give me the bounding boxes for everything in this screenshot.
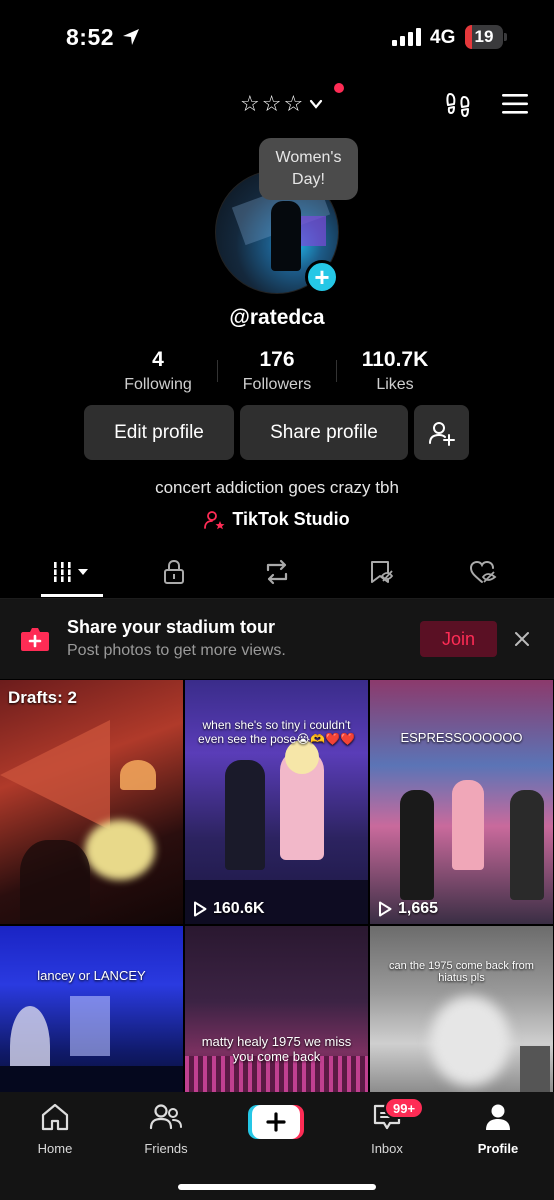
- username: @ratedca: [229, 306, 325, 329]
- join-button[interactable]: Join: [420, 621, 497, 657]
- stat-label: Following: [124, 376, 192, 393]
- network-type: 4G: [430, 27, 456, 48]
- location-arrow-icon: [123, 29, 139, 45]
- nav-home[interactable]: Home: [10, 1102, 100, 1156]
- profile-stats: 4 Following 176 Followers 110.7K Likes: [0, 348, 554, 398]
- play-icon: [194, 901, 207, 917]
- tab-private[interactable]: [144, 552, 204, 592]
- add-story-plus-icon[interactable]: +: [305, 260, 339, 294]
- video-tile[interactable]: can the 1975 come back from hiatus pls: [370, 926, 553, 1094]
- add-person-icon: [428, 421, 455, 446]
- share-profile-button[interactable]: Share profile: [240, 405, 408, 460]
- nav-label: Friends: [144, 1141, 188, 1156]
- drafts-tile[interactable]: Drafts: 2: [0, 680, 183, 924]
- home-icon: [41, 1103, 69, 1131]
- create-plus-button[interactable]: [248, 1105, 304, 1139]
- cellular-signal-icon: [392, 28, 421, 46]
- stat-likes[interactable]: 110.7K Likes: [340, 348, 450, 394]
- nav-friends[interactable]: Friends: [121, 1102, 211, 1156]
- battery-icon: 19: [465, 25, 507, 49]
- banner-subtitle: Post photos to get more views.: [67, 642, 286, 659]
- stat-following[interactable]: 4 Following: [103, 348, 213, 394]
- tiktok-studio-link[interactable]: TikTok Studio: [0, 509, 554, 530]
- video-tile[interactable]: ESPRESSOOOOOO 1,665: [370, 680, 553, 924]
- play-icon: [379, 901, 392, 917]
- video-caption: when she's so tiny i couldn't even see t…: [198, 718, 355, 746]
- view-count-text: 160.6K: [213, 900, 265, 917]
- tab-reposts[interactable]: [247, 552, 307, 592]
- account-name: ☆☆☆: [240, 91, 306, 116]
- nav-label: Home: [37, 1141, 73, 1156]
- stat-label: Followers: [242, 376, 312, 393]
- tab-favorites[interactable]: [351, 552, 411, 592]
- bookmark-hidden-icon: [371, 561, 394, 583]
- video-caption: can the 1975 come back from hiatus pls: [389, 960, 534, 984]
- close-icon[interactable]: [512, 629, 532, 649]
- home-indicator: [178, 1184, 376, 1190]
- drafts-label: Drafts: 2: [8, 688, 77, 707]
- profile-icon: [486, 1104, 510, 1130]
- status-bubble[interactable]: Women's Day!: [259, 138, 358, 200]
- repost-icon: [266, 559, 288, 585]
- status-bar: 8:52 4G 19: [0, 0, 554, 76]
- stat-label: Likes: [376, 376, 414, 393]
- nav-profile[interactable]: Profile: [453, 1102, 543, 1156]
- tab-videos[interactable]: [42, 552, 102, 592]
- video-caption: lancey or LANCEY: [37, 968, 146, 983]
- nav-label: Inbox: [371, 1141, 403, 1156]
- inbox-badge: 99+: [384, 1097, 425, 1119]
- video-caption: matty healy 1975 we miss you come back: [201, 1034, 352, 1064]
- stat-value: 4: [152, 348, 164, 371]
- status-time: 8:52: [66, 24, 115, 50]
- nav-label: Profile: [477, 1141, 519, 1156]
- stadium-tour-banner[interactable]: Share your stadium tour Post photos to g…: [0, 599, 554, 679]
- battery-level-text: 19: [474, 27, 494, 46]
- tab-liked[interactable]: [453, 552, 513, 592]
- video-caption: ESPRESSOOOOOO: [400, 730, 523, 745]
- video-tile[interactable]: lancey or LANCEY: [0, 926, 183, 1094]
- stat-value: 110.7K: [361, 348, 429, 371]
- tiktok-studio-label: TikTok Studio: [232, 509, 350, 529]
- menu-icon[interactable]: [502, 93, 528, 115]
- bio-text: concert addiction goes crazy tbh: [155, 478, 399, 497]
- camera-plus-icon: [21, 628, 49, 651]
- person-star-icon: [204, 510, 225, 529]
- video-grid-icon: [54, 562, 88, 582]
- account-switcher[interactable]: ☆☆☆: [240, 91, 323, 116]
- banner-title: Share your stadium tour: [67, 617, 276, 637]
- heart-hidden-icon: [469, 560, 497, 583]
- lock-icon: [164, 559, 184, 584]
- view-count-text: 1,665: [398, 900, 439, 917]
- edit-profile-button[interactable]: Edit profile: [84, 405, 234, 460]
- stat-value: 176: [259, 348, 295, 371]
- footprint-icon[interactable]: [444, 91, 472, 119]
- stat-followers[interactable]: 176 Followers: [222, 348, 332, 394]
- content-tabs: [0, 552, 554, 598]
- add-friend-button[interactable]: [414, 405, 469, 460]
- chevron-down-icon: [310, 99, 323, 109]
- active-tab-indicator: [41, 594, 103, 597]
- friends-icon: [149, 1104, 182, 1130]
- view-count: 1,665: [378, 900, 438, 918]
- view-count: 160.6K: [193, 900, 265, 918]
- notification-dot: [334, 83, 344, 93]
- video-tile[interactable]: matty healy 1975 we miss you come back: [185, 926, 368, 1094]
- video-tile[interactable]: when she's so tiny i couldn't even see t…: [185, 680, 368, 924]
